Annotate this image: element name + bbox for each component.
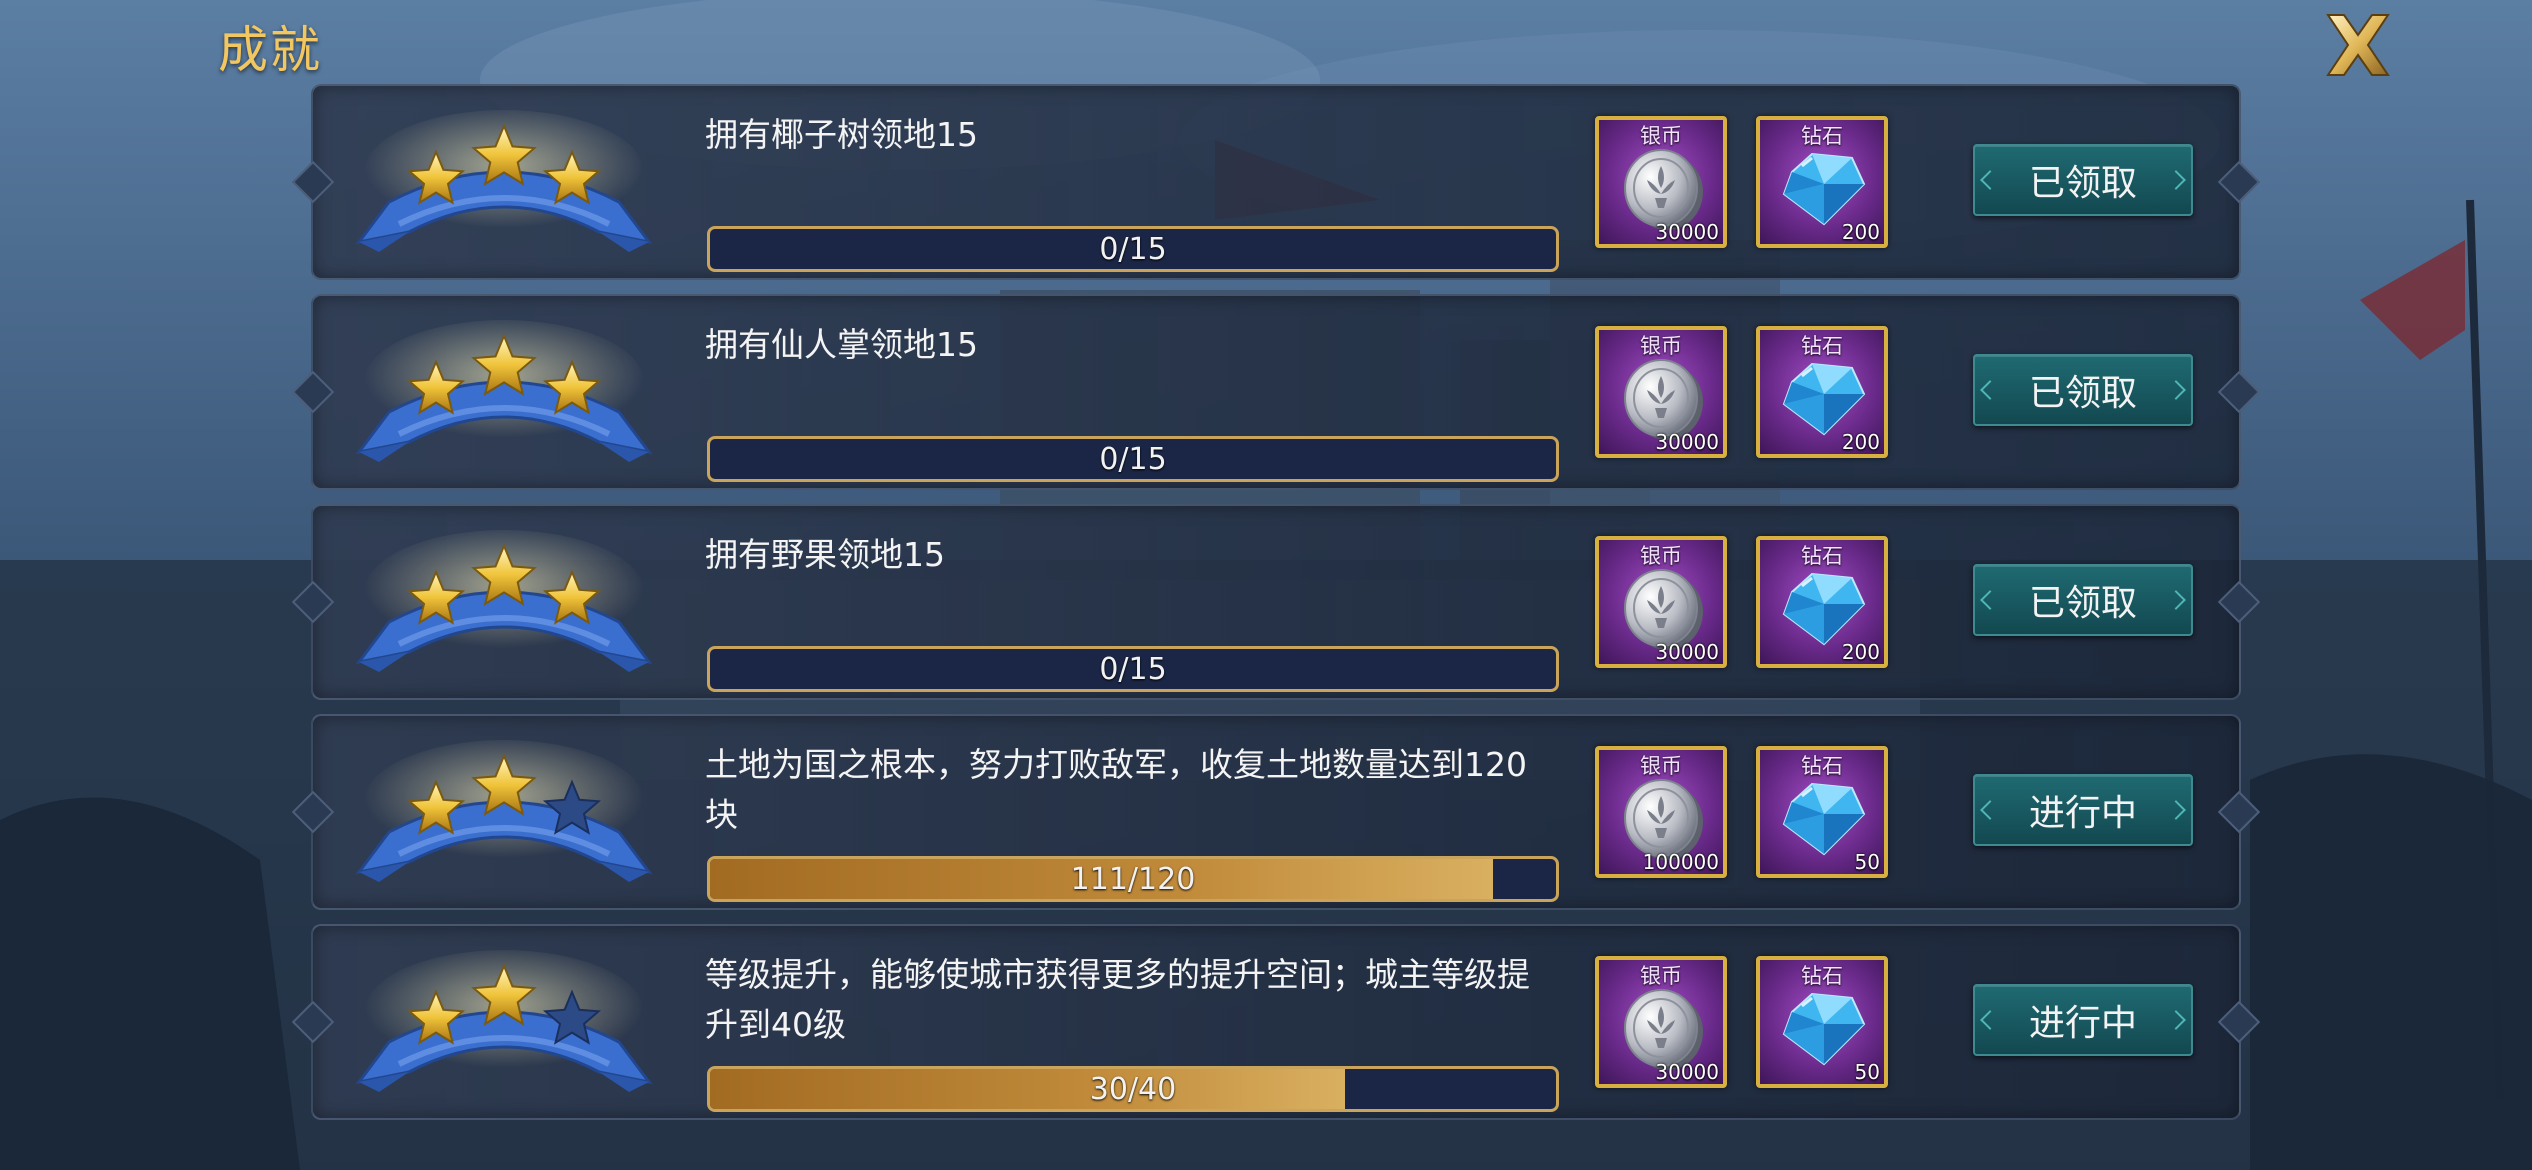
reward-silver-coin[interactable]: 银币 30000 bbox=[1595, 326, 1727, 458]
reward-quantity: 30000 bbox=[1655, 430, 1719, 454]
progress-bar: 0/15 bbox=[707, 436, 1559, 482]
progress-label: 0/15 bbox=[1099, 231, 1167, 267]
progress-label: 0/15 bbox=[1099, 651, 1167, 687]
reward-diamond[interactable]: 钻石 50 bbox=[1756, 956, 1888, 1088]
claim-status-button[interactable]: 进行中 bbox=[1973, 984, 2193, 1056]
reward-quantity: 30000 bbox=[1655, 640, 1719, 664]
reward-silver-coin[interactable]: 银币 30000 bbox=[1595, 956, 1727, 1088]
achievement-description: 等级提升，能够使城市获得更多的提升空间；城主等级提升到40级 bbox=[705, 955, 1530, 1044]
progress-bar: 30/40 bbox=[707, 1066, 1559, 1112]
reward-quantity: 200 bbox=[1841, 640, 1880, 664]
reward-diamond[interactable]: 钻石 200 bbox=[1756, 536, 1888, 668]
achievement-description: 拥有仙人掌领地15 bbox=[705, 325, 978, 364]
claim-status-button[interactable]: 进行中 bbox=[1973, 774, 2193, 846]
star-badge-icon bbox=[349, 522, 659, 682]
achievement-row: 拥有椰子树领地15 0/15 银币 30000 钻石 200 已领取 bbox=[311, 84, 2241, 280]
reward-diamond[interactable]: 钻石 200 bbox=[1756, 326, 1888, 458]
reward-silver-coin[interactable]: 银币 30000 bbox=[1595, 536, 1727, 668]
claim-status-button[interactable]: 已领取 bbox=[1973, 354, 2193, 426]
reward-diamond[interactable]: 钻石 200 bbox=[1756, 116, 1888, 248]
progress-bar: 111/120 bbox=[707, 856, 1559, 902]
reward-diamond[interactable]: 钻石 50 bbox=[1756, 746, 1888, 878]
progress-label: 111/120 bbox=[1070, 861, 1196, 897]
achievement-description: 拥有野果领地15 bbox=[705, 535, 945, 574]
close-button[interactable] bbox=[2318, 5, 2398, 85]
reward-quantity: 50 bbox=[1854, 1060, 1880, 1084]
page-title: 成就 bbox=[218, 21, 322, 79]
claim-status-button[interactable]: 已领取 bbox=[1973, 144, 2193, 216]
progress-label: 30/40 bbox=[1089, 1071, 1177, 1107]
progress-bar: 0/15 bbox=[707, 646, 1559, 692]
star-badge-icon bbox=[349, 732, 659, 892]
achievement-row: 拥有仙人掌领地15 0/15 银币 30000 钻石 200 已领取 bbox=[311, 294, 2241, 490]
reward-silver-coin[interactable]: 银币 100000 bbox=[1595, 746, 1727, 878]
achievement-row: 等级提升，能够使城市获得更多的提升空间；城主等级提升到40级 30/40 银币 … bbox=[311, 924, 2241, 1120]
reward-quantity: 200 bbox=[1841, 220, 1880, 244]
star-badge-icon bbox=[349, 312, 659, 472]
achievement-description: 拥有椰子树领地15 bbox=[705, 115, 978, 154]
progress-bar: 0/15 bbox=[707, 226, 1559, 272]
reward-quantity: 30000 bbox=[1655, 1060, 1719, 1084]
close-x-icon bbox=[2326, 14, 2390, 76]
achievement-list: 拥有椰子树领地15 0/15 银币 30000 钻石 200 已领取 拥有仙人掌… bbox=[311, 84, 2241, 1134]
reward-silver-coin[interactable]: 银币 30000 bbox=[1595, 116, 1727, 248]
progress-label: 0/15 bbox=[1099, 441, 1167, 477]
claim-status-button[interactable]: 已领取 bbox=[1973, 564, 2193, 636]
achievement-description: 土地为国之根本，努力打败敌军，收复土地数量达到120块 bbox=[705, 745, 1527, 834]
reward-quantity: 50 bbox=[1854, 850, 1880, 874]
star-badge-icon bbox=[349, 102, 659, 262]
reward-quantity: 100000 bbox=[1642, 850, 1719, 874]
achievement-row: 拥有野果领地15 0/15 银币 30000 钻石 200 已领取 bbox=[311, 504, 2241, 700]
star-badge-icon bbox=[349, 942, 659, 1102]
achievement-row: 土地为国之根本，努力打败敌军，收复土地数量达到120块 111/120 银币 1… bbox=[311, 714, 2241, 910]
reward-quantity: 30000 bbox=[1655, 220, 1719, 244]
reward-quantity: 200 bbox=[1841, 430, 1880, 454]
